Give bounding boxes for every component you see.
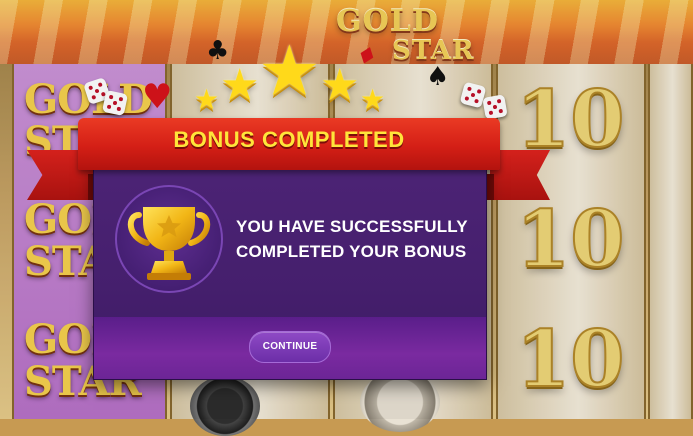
star-icon: ★ — [220, 60, 260, 111]
star-icon: ★ — [360, 83, 386, 116]
bonus-message: YOU HAVE SUCCESSFULLY COMPLETED YOUR BON… — [236, 217, 468, 261]
star-icon: ★ — [258, 30, 321, 112]
continue-button[interactable]: CONTINUE — [249, 331, 331, 363]
trophy-badge — [115, 185, 223, 293]
star-icon: ★ — [194, 83, 220, 116]
stars-rating: ★ ★ ★ ★ ★ — [190, 34, 390, 124]
dialog-title: BONUS COMPLETED — [173, 127, 405, 152]
title-ribbon: BONUS COMPLETED — [78, 118, 500, 170]
star-icon: ★ — [320, 60, 360, 111]
trophy-icon — [127, 207, 211, 280]
